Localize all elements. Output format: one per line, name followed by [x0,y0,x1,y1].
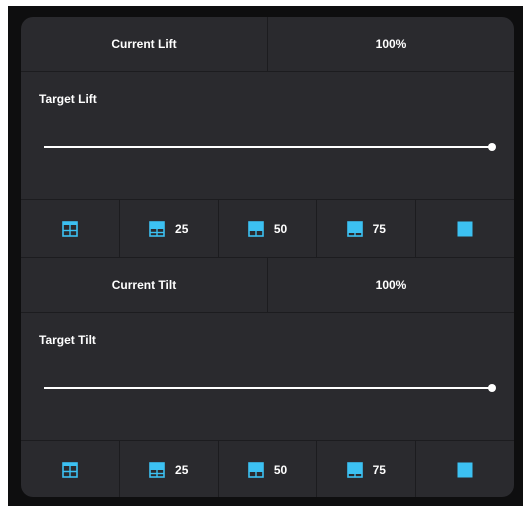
lift-preset-75-button[interactable]: 75 [317,200,417,257]
blind-50-icon [248,461,264,478]
lift-preset-75-label: 75 [372,221,386,236]
current-lift-value: 100% [375,37,407,51]
lift-preset-25-button[interactable]: 25 [120,200,219,257]
target-tilt-panel: Target Tilt [21,313,514,441]
tilt-preset-25-button[interactable]: 25 [120,441,219,497]
lift-preset-50-label: 50 [273,221,288,236]
slider-fill [44,387,492,389]
blind-closed-icon [457,462,473,477]
tilt-preset-50-label: 50 [273,462,288,477]
lift-preset-50-button[interactable]: 50 [219,200,318,257]
target-lift-panel: Target Lift [21,72,514,200]
blind-50-icon [248,220,264,237]
blind-25-icon [149,461,165,478]
target-tilt-label: Target Tilt [39,333,96,347]
tilt-preset-75-label: 75 [372,462,386,477]
target-lift-slider[interactable] [44,141,496,153]
current-tilt-value: 100% [375,278,407,292]
lift-preset-closed-button[interactable] [416,200,514,257]
cover-control-card: Current Lift 100% Target Lift 25 50 75 C… [21,17,514,497]
blind-closed-icon [457,221,473,236]
current-lift-row: Current Lift 100% [21,17,514,72]
tilt-preset-75-button[interactable]: 75 [317,441,417,497]
tilt-preset-50-button[interactable]: 50 [219,441,318,497]
slider-thumb[interactable] [488,143,496,151]
slider-thumb[interactable] [488,384,496,392]
blind-25-icon [149,220,165,237]
lift-presets: 25 50 75 [21,200,514,258]
blind-75-icon [346,461,363,478]
lift-preset-open-button[interactable] [21,200,120,257]
blind-75-icon [346,220,363,237]
lift-preset-25-label: 25 [175,221,189,236]
slider-fill [44,146,492,148]
target-lift-label: Target Lift [39,92,97,106]
current-tilt-row: Current Tilt 100% [21,258,514,313]
current-lift-label: Current Lift [21,17,268,71]
current-tilt-label: Current Tilt [21,258,268,312]
tilt-preset-closed-button[interactable] [416,441,514,497]
blind-open-icon [62,220,78,237]
target-tilt-slider[interactable] [44,382,496,394]
tilt-preset-open-button[interactable] [21,441,120,497]
blind-open-icon [62,461,78,478]
tilt-preset-25-label: 25 [175,462,189,477]
tilt-presets: 25 50 75 [21,441,514,497]
